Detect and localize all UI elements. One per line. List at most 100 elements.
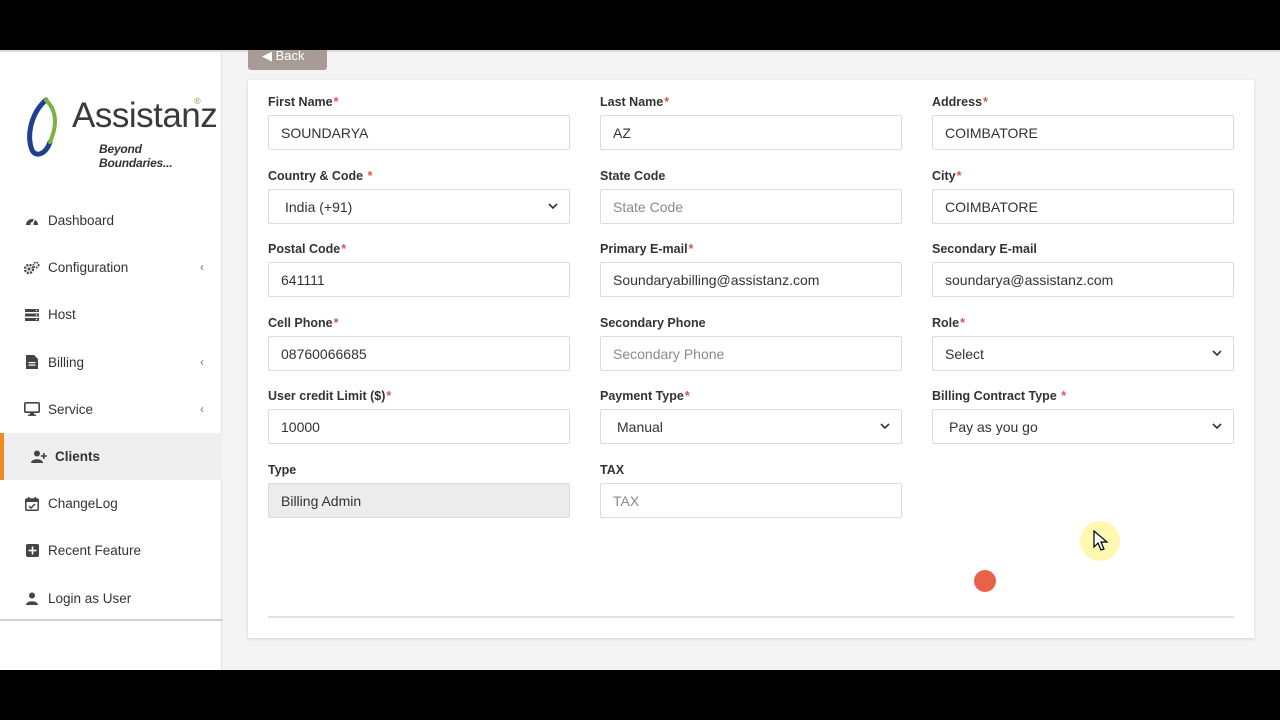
sidebar: Assistanz ® Beyond Boundaries... Dashboa… <box>0 52 222 670</box>
payment-type-label: Payment Type* <box>600 389 690 403</box>
back-button[interactable]: ◀ Back <box>248 50 327 70</box>
role-select-value: Select <box>945 345 984 362</box>
secondary-email-group: Secondary E-mail soundarya@assistanz.com <box>932 242 1234 297</box>
sidebar-item-label: Billing <box>48 354 85 370</box>
state-code-label: State Code <box>600 169 666 183</box>
sidebar-item-billing[interactable]: Billing ‹ <box>0 339 222 386</box>
chevron-left-icon: ‹ <box>200 354 204 369</box>
type-label: Type <box>268 463 297 477</box>
city-group: City* COIMBATORE <box>932 169 1234 224</box>
last-name-label: Last Name* <box>600 95 670 109</box>
secondary-email-input[interactable]: soundarya@assistanz.com <box>932 262 1234 297</box>
state-code-input[interactable]: State Code <box>600 189 902 224</box>
first-name-group: First Name* SOUNDARYA <box>268 95 570 150</box>
dashboard-icon <box>24 213 40 229</box>
chevron-down-icon <box>880 423 890 430</box>
secondary-phone-input[interactable]: Secondary Phone <box>600 336 902 371</box>
sidebar-item-changelog[interactable]: ChangeLog <box>0 480 222 527</box>
gears-icon <box>24 260 40 276</box>
payment-type-select[interactable]: Manual <box>600 409 902 444</box>
primary-email-label: Primary E-mail* <box>600 242 694 256</box>
country-select[interactable]: India (+91) <box>268 189 570 224</box>
chevron-down-icon <box>1212 350 1222 357</box>
cell-phone-label: Cell Phone* <box>268 316 339 330</box>
payment-type-value: Manual <box>617 418 663 435</box>
country-label: Country & Code * <box>268 169 373 183</box>
sidebar-item-label: Recent Feature <box>48 543 142 559</box>
file-icon <box>24 354 40 370</box>
last-name-input[interactable]: AZ <box>600 115 902 150</box>
cell-phone-input[interactable]: 08760066685 <box>268 336 570 371</box>
primary-email-input[interactable]: Soundaryabilling@assistanz.com <box>600 262 902 297</box>
role-label: Role* <box>932 316 965 330</box>
sidebar-item-label: Configuration <box>48 260 129 276</box>
address-group: Address* COIMBATORE <box>932 95 1234 150</box>
plus-square-icon <box>24 543 40 559</box>
sidebar-item-label: ChangeLog <box>48 496 118 512</box>
sidebar-item-host[interactable]: Host <box>0 291 222 338</box>
last-name-group: Last Name* AZ <box>600 95 902 150</box>
sidebar-item-service[interactable]: Service ‹ <box>0 386 222 433</box>
sidebar-item-configuration[interactable]: Configuration ‹ <box>0 244 222 291</box>
first-name-input[interactable]: SOUNDARYA <box>268 115 570 150</box>
sidebar-item-recent-feature[interactable]: Recent Feature <box>0 527 222 574</box>
user-icon <box>24 590 40 606</box>
chevron-left-icon: ‹ <box>200 401 204 416</box>
primary-email-group: Primary E-mail* Soundaryabilling@assista… <box>600 242 902 297</box>
sidebar-item-clients[interactable]: Clients <box>0 432 222 481</box>
postal-code-input[interactable]: 641111 <box>268 262 570 297</box>
brand-logo[interactable]: Assistanz ® Beyond Boundaries... <box>24 94 218 170</box>
contract-type-group: Billing Contract Type * Pay as you go <box>932 389 1234 444</box>
role-select[interactable]: Select <box>932 336 1234 371</box>
back-arrow-icon: ◀ <box>262 50 276 63</box>
contract-type-select[interactable]: Pay as you go <box>932 409 1234 444</box>
tax-group: TAX TAX <box>600 463 902 518</box>
brand-tagline: Beyond Boundaries... <box>99 142 173 170</box>
chevron-left-icon: ‹ <box>200 260 204 275</box>
sidebar-item-login-as-user[interactable]: Login as User <box>0 575 222 622</box>
sidebar-item-label: Login as User <box>48 590 132 606</box>
sidebar-item-dashboard[interactable]: Dashboard <box>0 197 222 244</box>
click-indicator <box>974 570 996 592</box>
sidebar-bottom-border <box>0 619 223 621</box>
sidebar-item-label: Host <box>48 307 76 323</box>
address-input[interactable]: COIMBATORE <box>932 115 1234 150</box>
country-select-value: India (+91) <box>285 198 353 215</box>
sidebar-item-label: Clients <box>55 449 101 465</box>
cell-phone-group: Cell Phone* 08760066685 <box>268 316 570 371</box>
secondary-phone-label: Secondary Phone <box>600 316 706 330</box>
state-code-group: State Code State Code <box>600 169 902 224</box>
address-label: Address* <box>932 95 988 109</box>
secondary-email-label: Secondary E-mail <box>932 242 1037 256</box>
sidebar-item-label: Dashboard <box>48 213 115 229</box>
tax-input[interactable]: TAX <box>600 483 902 518</box>
registered-mark: ® <box>194 96 201 106</box>
postal-code-label: Postal Code* <box>268 242 347 256</box>
city-label: City* <box>932 169 962 183</box>
contract-type-value: Pay as you go <box>949 418 1038 435</box>
user-plus-icon <box>31 449 47 465</box>
postal-code-group: Postal Code* 641111 <box>268 242 570 297</box>
credit-limit-input[interactable]: 10000 <box>268 409 570 444</box>
sidebar-nav: Dashboard Configuration ‹ Host Billing ‹… <box>0 197 222 622</box>
sidebar-item-label: Service <box>48 401 94 417</box>
mouse-pointer-icon <box>1093 530 1109 551</box>
type-input: Billing Admin <box>268 483 570 518</box>
tax-label: TAX <box>600 463 625 477</box>
card-divider <box>268 616 1234 618</box>
monitor-icon <box>24 401 40 417</box>
logo-mark-icon <box>27 97 57 157</box>
screen-bottom-bar <box>0 670 1280 720</box>
chevron-down-icon <box>1212 423 1222 430</box>
type-group: Type Billing Admin <box>268 463 570 518</box>
first-name-label: First Name* <box>268 95 339 109</box>
role-group: Role* Select <box>932 316 1234 371</box>
credit-limit-group: User credit Limit ($)* 10000 <box>268 389 570 444</box>
payment-type-group: Payment Type* Manual <box>600 389 902 444</box>
city-input[interactable]: COIMBATORE <box>932 189 1234 224</box>
app-window: Assistanz ® Beyond Boundaries... Dashboa… <box>0 50 1280 670</box>
contract-type-label: Billing Contract Type * <box>932 389 1067 403</box>
country-group: Country & Code * India (+91) <box>268 169 570 224</box>
server-icon <box>24 307 40 323</box>
credit-limit-label: User credit Limit ($)* <box>268 389 392 403</box>
